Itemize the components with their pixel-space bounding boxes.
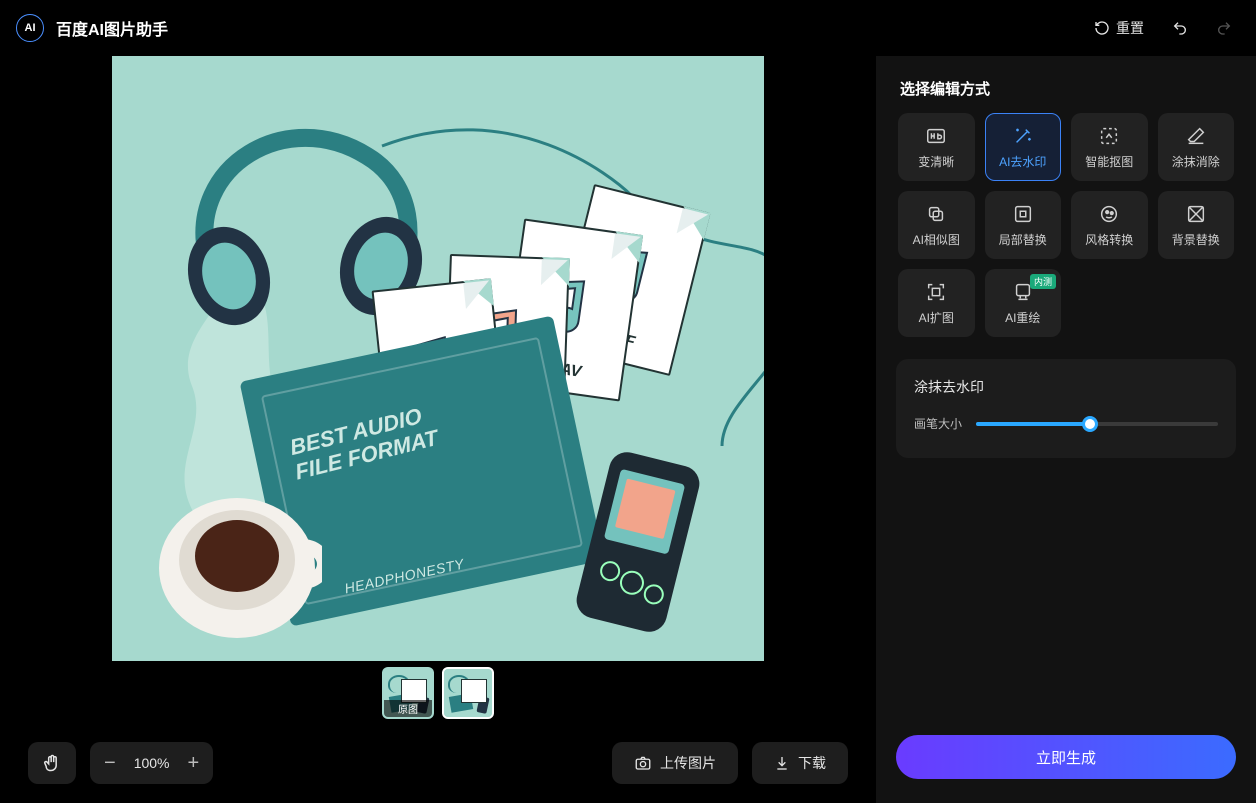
hd-icon	[925, 125, 947, 147]
reset-label: 重置	[1116, 18, 1144, 38]
panel-title: 选择编辑方式	[876, 78, 1256, 113]
tool-ai-similar[interactable]: AI相似图	[898, 191, 975, 259]
bottom-toolbar: − 100% + 上传图片 下载	[0, 723, 876, 803]
main-area: AIFF WAV FLAC MP3	[0, 56, 1256, 803]
tool-ai-watermark-remove[interactable]: AI去水印	[985, 113, 1062, 181]
beta-badge: 内测	[1030, 274, 1056, 289]
mp3-player-illustration	[542, 451, 732, 641]
upload-label: 上传图片	[660, 753, 716, 773]
thumb-original-label: 原图	[384, 700, 432, 717]
upload-button[interactable]: 上传图片	[612, 742, 738, 784]
brush-size-row: 画笔大小	[914, 415, 1218, 432]
thumbnail-row: 原图	[0, 661, 876, 723]
bg-replace-icon	[1185, 203, 1207, 225]
download-button[interactable]: 下载	[752, 742, 848, 784]
tool-erase[interactable]: 涂抹消除	[1158, 113, 1235, 181]
tool-grid: 变清晰 AI去水印 智能抠图 涂抹消除 AI相似图 局部替换	[876, 113, 1256, 337]
reset-button[interactable]: 重置	[1086, 12, 1152, 44]
right-panel: 选择编辑方式 变清晰 AI去水印 智能抠图 涂抹消除 AI相似图	[876, 56, 1256, 803]
redo-icon	[1216, 20, 1232, 36]
zoom-out-button[interactable]: −	[100, 753, 120, 773]
canvas-area: AIFF WAV FLAC MP3	[0, 56, 876, 803]
settings-card: 涂抹去水印 画笔大小	[896, 359, 1236, 458]
style-icon	[1098, 203, 1120, 225]
hand-icon	[42, 753, 62, 773]
tool-smart-cutout[interactable]: 智能抠图	[1071, 113, 1148, 181]
generate-button[interactable]: 立即生成	[896, 735, 1236, 779]
download-label: 下载	[798, 753, 826, 773]
tool-bg-replace[interactable]: 背景替换	[1158, 191, 1235, 259]
tool-ai-expand[interactable]: AI扩图	[898, 269, 975, 337]
app-title: 百度AI图片助手	[56, 16, 168, 40]
magic-wand-icon	[1012, 125, 1034, 147]
download-icon	[774, 755, 790, 771]
similar-icon	[925, 203, 947, 225]
replace-icon	[1012, 203, 1034, 225]
tool-local-replace[interactable]: 局部替换	[985, 191, 1062, 259]
canvas-image: AIFF WAV FLAC MP3	[112, 56, 764, 661]
zoom-control: − 100% +	[90, 742, 213, 784]
zoom-in-button[interactable]: +	[184, 753, 204, 773]
undo-icon	[1172, 20, 1188, 36]
brush-size-label: 画笔大小	[914, 415, 962, 432]
brush-size-slider[interactable]	[976, 422, 1218, 426]
eraser-icon	[1185, 125, 1207, 147]
coffee-cup-illustration	[152, 476, 322, 646]
expand-icon	[925, 281, 947, 303]
thumb-current[interactable]	[442, 667, 494, 719]
tool-sharpen[interactable]: 变清晰	[898, 113, 975, 181]
cutout-icon	[1098, 125, 1120, 147]
undo-button[interactable]	[1164, 14, 1196, 42]
thumb-original[interactable]: 原图	[382, 667, 434, 719]
app-logo: AI	[16, 14, 44, 42]
redo-button[interactable]	[1208, 14, 1240, 42]
reset-icon	[1094, 20, 1110, 36]
pan-tool-button[interactable]	[28, 742, 76, 784]
camera-icon	[634, 754, 652, 772]
canvas-viewport[interactable]: AIFF WAV FLAC MP3	[0, 56, 876, 661]
zoom-value: 100%	[134, 755, 170, 771]
header: AI 百度AI图片助手 重置	[0, 0, 1256, 56]
tool-style-transfer[interactable]: 风格转换	[1071, 191, 1148, 259]
settings-title: 涂抹去水印	[914, 377, 1218, 397]
tool-ai-repaint[interactable]: 内测 AI重绘	[985, 269, 1062, 337]
slider-thumb[interactable]	[1082, 416, 1098, 432]
